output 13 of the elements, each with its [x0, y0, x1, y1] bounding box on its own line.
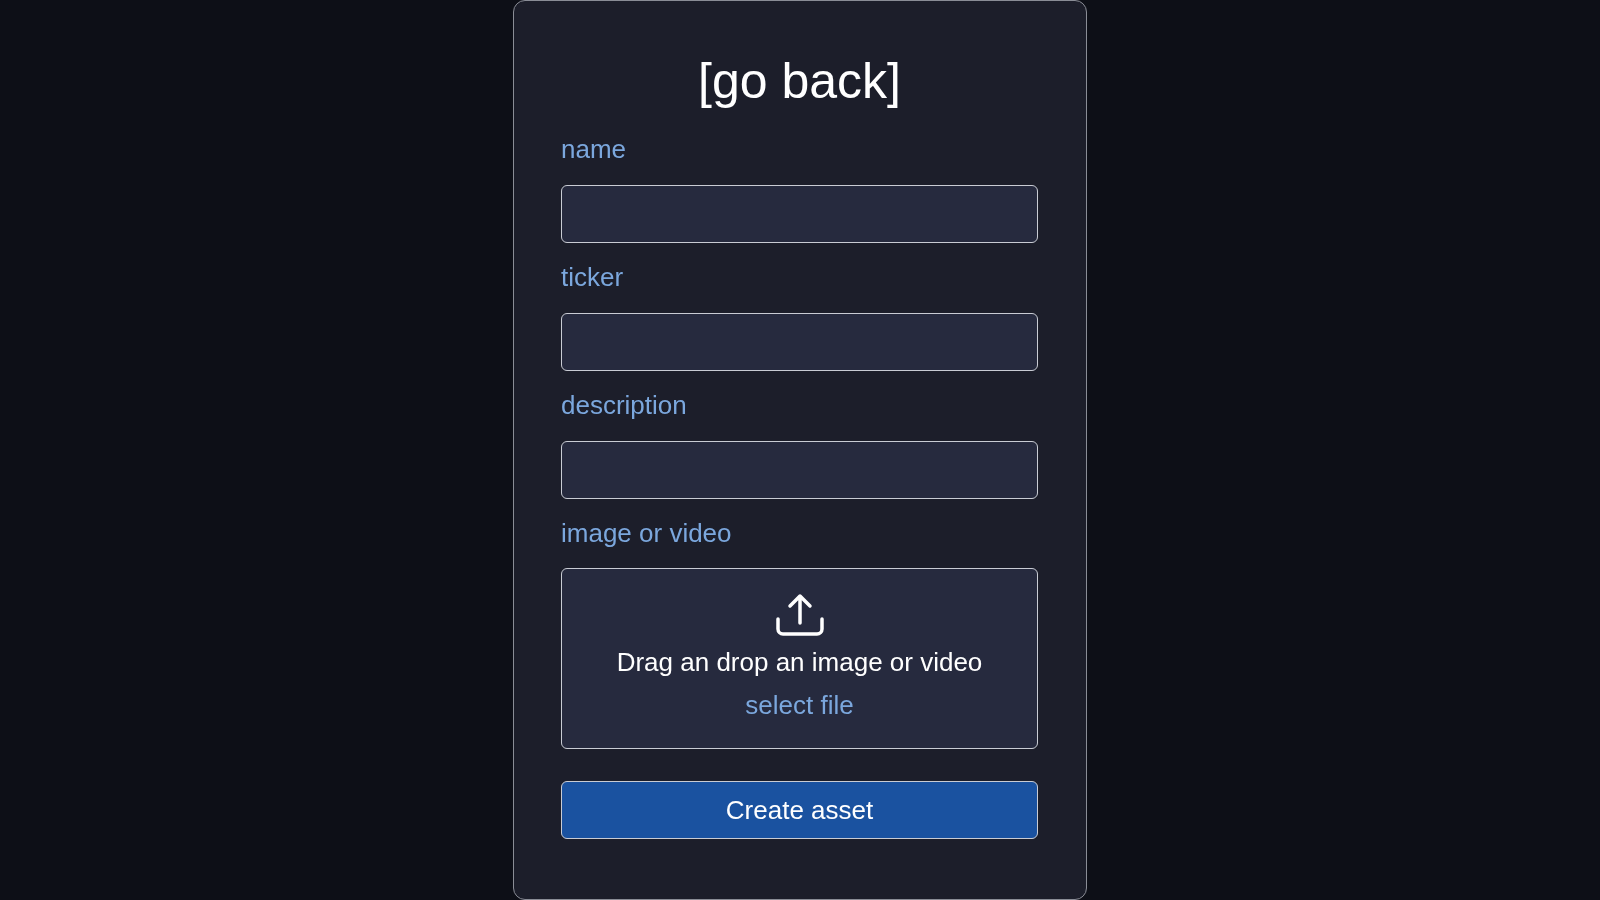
upload-icon [774, 593, 825, 637]
field-label: name [561, 134, 627, 164]
go-back-link[interactable]: [go back] [698, 53, 901, 109]
upload-dropzone[interactable]: Drag an drop an image or video select file [561, 568, 1038, 749]
dropzone-text: Drag an drop an image or video [616, 646, 983, 679]
input-field[interactable] [561, 185, 1038, 243]
input-field[interactable] [561, 441, 1038, 499]
input-field[interactable] [561, 313, 1038, 371]
field-label: description [561, 390, 687, 420]
field-label: ticker [561, 262, 624, 292]
select-file-link[interactable]: select file [745, 688, 854, 722]
create-asset-button[interactable]: Create asset [561, 781, 1038, 839]
field-label: image or video [561, 518, 732, 548]
